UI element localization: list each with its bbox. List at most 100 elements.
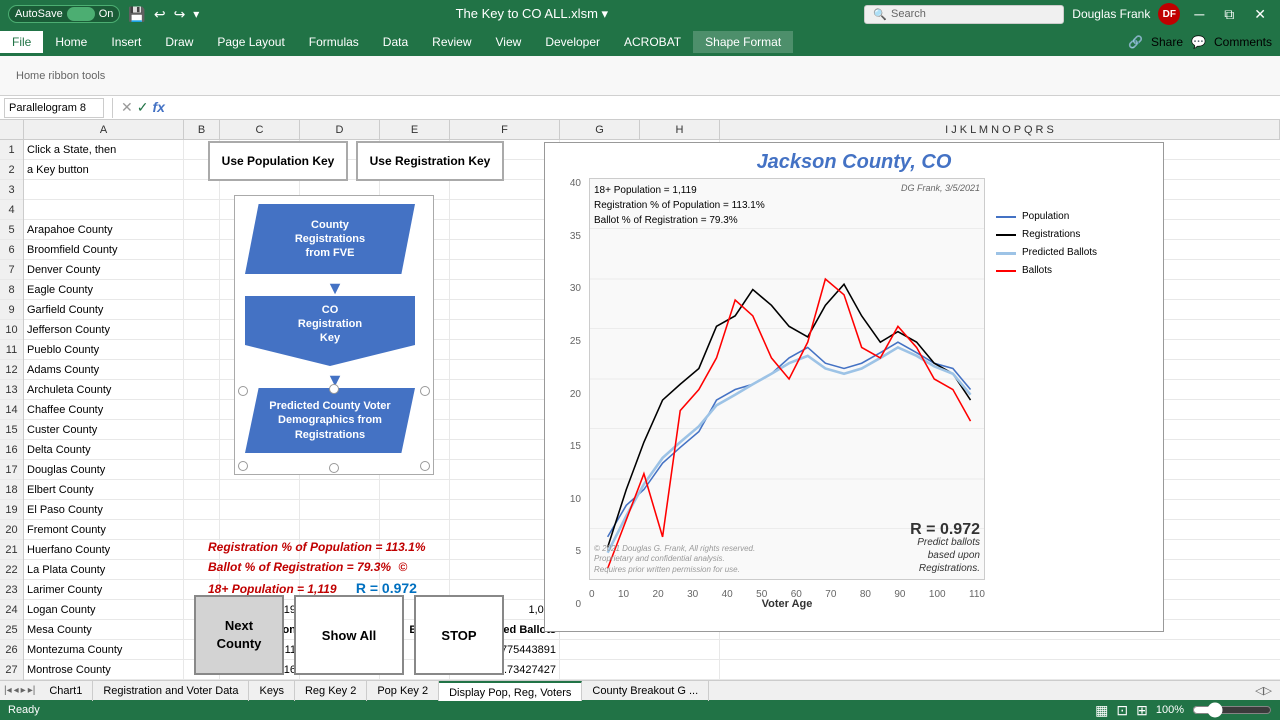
show-all-button[interactable]: Show All (294, 595, 404, 675)
cell-19-d[interactable] (300, 500, 380, 519)
cell-7-b[interactable] (184, 260, 220, 279)
cell-23-a[interactable]: Larimer County (24, 580, 184, 599)
sheet-tab-display-pop[interactable]: Display Pop, Reg, Voters (439, 681, 582, 701)
customize-icon[interactable]: ▾ (193, 7, 199, 21)
cell-21-a[interactable]: Huerfano County (24, 540, 184, 559)
scroll-bar-hint[interactable]: ◁▷ (1247, 684, 1280, 697)
cell-13-b[interactable] (184, 380, 220, 399)
close-btn[interactable]: ✕ (1248, 4, 1272, 25)
cell-3-a[interactable] (24, 180, 184, 199)
tab-review[interactable]: Review (420, 31, 483, 53)
cell-25-a[interactable]: Mesa County (24, 620, 184, 639)
col-header-a[interactable]: A (24, 120, 184, 139)
cell-15-b[interactable] (184, 420, 220, 439)
tab-page-layout[interactable]: Page Layout (205, 31, 296, 53)
tab-home[interactable]: Home (43, 31, 99, 53)
tab-view[interactable]: View (484, 31, 534, 53)
minimize-btn[interactable]: ─ (1188, 4, 1210, 24)
cells-area[interactable]: Click a State, thenJackson County, COa K… (24, 140, 1280, 680)
col-header-f[interactable]: F (450, 120, 560, 139)
tab-acrobat[interactable]: ACROBAT (612, 31, 693, 53)
cell-18-e[interactable] (380, 480, 450, 499)
col-header-d[interactable]: D (300, 120, 380, 139)
cell-7-a[interactable]: Denver County (24, 260, 184, 279)
sheet-tab-chart1[interactable]: Chart1 (39, 681, 93, 701)
normal-view-btn[interactable]: ▦ (1095, 702, 1108, 719)
cell-19-a[interactable]: El Paso County (24, 500, 184, 519)
tab-file[interactable]: File (0, 31, 43, 53)
cell-19-e[interactable] (380, 500, 450, 519)
cell-18-b[interactable] (184, 480, 220, 499)
formula-input[interactable] (169, 101, 1276, 115)
search-bar[interactable]: 🔍 Search (864, 5, 1064, 24)
insert-function-icon[interactable]: fx (152, 99, 164, 116)
cell-14-a[interactable]: Chaffee County (24, 400, 184, 419)
cell-10-a[interactable]: Jefferson County (24, 320, 184, 339)
cell-20-c[interactable] (220, 520, 300, 539)
sheet-tab-county-breakout[interactable]: County Breakout G ... (582, 681, 709, 701)
tab-shape-format[interactable]: Shape Format (693, 31, 793, 53)
tab-last-icon[interactable]: ▸| (28, 685, 36, 696)
cell-16-a[interactable]: Delta County (24, 440, 184, 459)
tab-draw[interactable]: Draw (153, 31, 205, 53)
col-header-e[interactable]: E (380, 120, 450, 139)
sheet-tab-reg-key2[interactable]: Reg Key 2 (295, 681, 367, 701)
cell-20-b[interactable] (184, 520, 220, 539)
page-break-view-btn[interactable]: ⊞ (1136, 702, 1148, 719)
sheet-tab-registration[interactable]: Registration and Voter Data (93, 681, 249, 701)
cell-5-b[interactable] (184, 220, 220, 239)
cell-27-a[interactable]: Montrose County (24, 660, 184, 679)
use-registration-key-button[interactable]: Use Registration Key (356, 141, 504, 181)
cell-4-b[interactable] (184, 200, 220, 219)
cell-20-e[interactable] (380, 520, 450, 539)
cell-12-b[interactable] (184, 360, 220, 379)
comments-btn[interactable]: Comments (1214, 35, 1272, 49)
cell-10-b[interactable] (184, 320, 220, 339)
cell-3-b[interactable] (184, 180, 220, 199)
cell-5-a[interactable]: Arapahoe County (24, 220, 184, 239)
tab-data[interactable]: Data (371, 31, 420, 53)
name-box[interactable] (4, 98, 104, 118)
cancel-formula-icon[interactable]: ✕ (121, 99, 133, 116)
cell-18-c[interactable] (220, 480, 300, 499)
cell-13-a[interactable]: Archuleta County (24, 380, 184, 399)
cell-22-a[interactable]: La Plata County (24, 560, 184, 579)
cell-17-b[interactable] (184, 460, 220, 479)
use-population-key-button[interactable]: Use Population Key (208, 141, 348, 181)
tab-prev-icon[interactable]: ◂ (14, 685, 19, 696)
cell-9-a[interactable]: Garfield County (24, 300, 184, 319)
autosave-pill[interactable]: AutoSave On (8, 5, 120, 23)
cell-2-a[interactable]: a Key button (24, 160, 184, 179)
col-header-g[interactable]: G (560, 120, 640, 139)
cell-16-b[interactable] (184, 440, 220, 459)
cell-4-a[interactable] (24, 200, 184, 219)
cell-18-d[interactable] (300, 480, 380, 499)
cell-9-b[interactable] (184, 300, 220, 319)
sheet-tab-keys[interactable]: Keys (249, 681, 294, 701)
next-county-button[interactable]: Next County (194, 595, 284, 675)
autosave-toggle[interactable] (67, 7, 95, 21)
cell-14-b[interactable] (184, 400, 220, 419)
cell-6-b[interactable] (184, 240, 220, 259)
undo-icon[interactable]: ↩ (154, 6, 166, 23)
cell-12-a[interactable]: Adams County (24, 360, 184, 379)
cell-8-b[interactable] (184, 280, 220, 299)
cell-18-a[interactable]: Elbert County (24, 480, 184, 499)
page-layout-view-btn[interactable]: ⊡ (1116, 702, 1128, 719)
stop-button[interactable]: STOP (414, 595, 504, 675)
cell-6-a[interactable]: Broomfield County (24, 240, 184, 259)
zoom-slider[interactable] (1192, 702, 1272, 718)
cell-19-c[interactable] (220, 500, 300, 519)
cell-20-a[interactable]: Fremont County (24, 520, 184, 539)
cell-17-a[interactable]: Douglas County (24, 460, 184, 479)
cell-19-b[interactable] (184, 500, 220, 519)
cell-27-g[interactable] (560, 660, 720, 679)
restore-btn[interactable]: ⧉ (1218, 4, 1240, 25)
col-header-rest[interactable]: I J K L M N O P Q R S (720, 120, 1280, 139)
cell-11-b[interactable] (184, 340, 220, 359)
cell-26-a[interactable]: Montezuma County (24, 640, 184, 659)
cell-15-a[interactable]: Custer County (24, 420, 184, 439)
save-icon[interactable]: 💾 (128, 6, 145, 23)
tab-first-icon[interactable]: |◂ (4, 685, 12, 696)
tab-formulas[interactable]: Formulas (297, 31, 371, 53)
